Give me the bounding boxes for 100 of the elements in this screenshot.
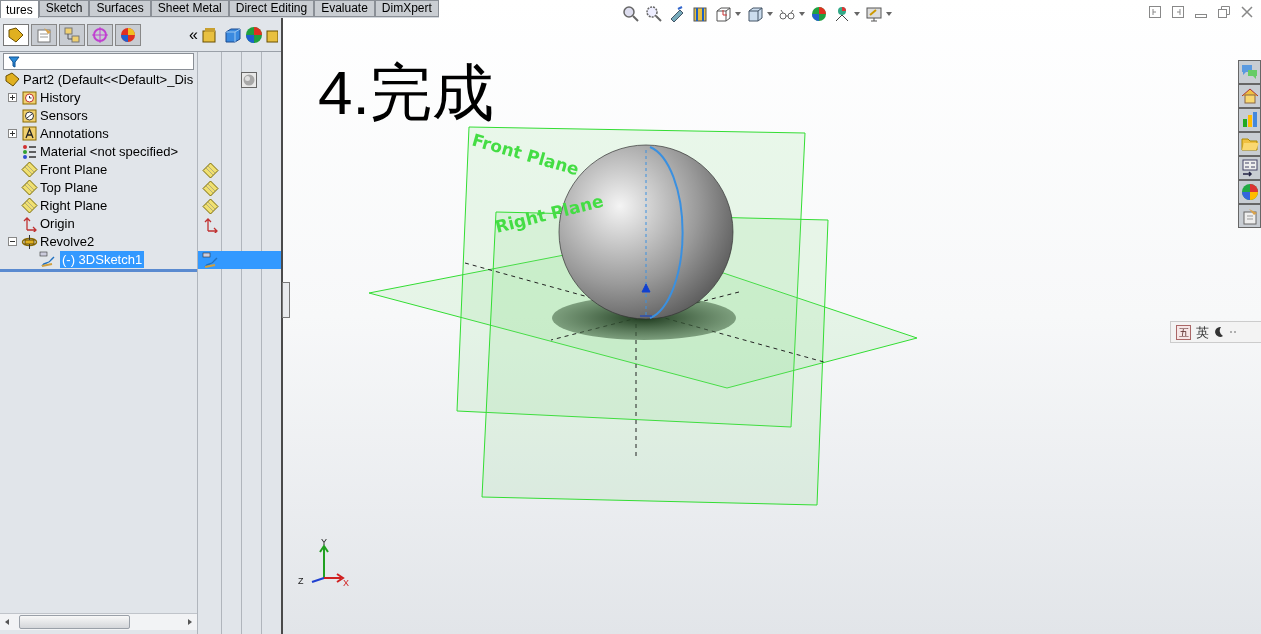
tab-icon — [62, 24, 82, 45]
view-orientation-button[interactable] — [714, 5, 741, 23]
command-tab[interactable]: Sheet Metal — [150, 0, 229, 17]
revolve-icon — [21, 232, 38, 250]
plane-icon — [202, 161, 219, 179]
plane-icon — [202, 179, 219, 197]
caret-icon — [799, 11, 805, 17]
close-button[interactable] — [1241, 6, 1253, 18]
collapse-button[interactable]: « — [189, 26, 198, 43]
caret-icon — [854, 11, 860, 17]
tree-item[interactable]: Front Plane — [40, 160, 108, 178]
scene-icon — [833, 5, 851, 23]
view-settings-icon — [865, 5, 883, 23]
horizontal-scrollbar[interactable] — [0, 613, 197, 630]
sketch-icon — [202, 251, 219, 269]
tile-left-icon — [1149, 6, 1161, 18]
tree-item[interactable]: Revolve2 — [40, 232, 95, 250]
tile-left-button[interactable] — [1149, 6, 1161, 18]
tab-icon — [6, 24, 26, 45]
home-icon — [1239, 86, 1260, 106]
moon-icon[interactable] — [1214, 326, 1224, 338]
tree-item[interactable]: History — [40, 88, 81, 106]
plane-label: Right Plane — [493, 190, 606, 237]
language-indicator[interactable]: 英 — [1196, 324, 1209, 340]
scroll-thumb[interactable] — [19, 615, 130, 629]
expander-toggle[interactable] — [8, 236, 17, 246]
expander-toggle[interactable] — [8, 92, 17, 102]
plane-icon — [21, 196, 38, 214]
filter-field[interactable] — [3, 53, 194, 70]
command-tab[interactable]: DimXpert — [374, 0, 439, 17]
caret-icon — [735, 11, 741, 17]
clipboard-button[interactable] — [1238, 204, 1261, 228]
display-manager-tab[interactable] — [115, 23, 141, 46]
zoom-area-icon — [645, 5, 663, 23]
axis-label: X — [343, 578, 349, 588]
layout-arrow-button[interactable] — [1238, 156, 1261, 180]
tree-item[interactable]: Part2 (Default<<Default>_Dis — [23, 70, 194, 88]
color-wheel-icon[interactable] — [244, 24, 264, 45]
feature-manager-tab[interactable] — [3, 23, 29, 46]
appearance-icon — [810, 5, 828, 23]
appearance-swatch-icon[interactable] — [241, 72, 257, 88]
material-list-icon — [21, 142, 38, 160]
plus-icon — [9, 93, 16, 101]
tree-item[interactable]: Sensors — [40, 106, 88, 124]
tree-item[interactable]: Material <not specified> — [40, 142, 179, 160]
command-tab[interactable]: Sketch — [38, 0, 90, 17]
tree-item[interactable]: Origin — [40, 214, 75, 232]
plane-label: Front Plane — [469, 129, 582, 180]
input-mode-indicator[interactable]: 五 — [1176, 324, 1191, 340]
caret-icon — [886, 11, 892, 17]
zoom-area-button[interactable] — [645, 5, 663, 23]
clock-folder-icon — [21, 88, 38, 106]
caret-icon — [767, 11, 773, 17]
close-icon — [1241, 6, 1253, 18]
sketch-icon — [39, 250, 56, 268]
plus-icon — [9, 129, 16, 137]
scene-button[interactable] — [833, 5, 860, 23]
home-button[interactable] — [1238, 84, 1261, 108]
section-view-button[interactable] — [691, 5, 709, 23]
plane-icon — [202, 197, 219, 215]
display-style-button[interactable] — [746, 5, 773, 23]
plane-icon — [21, 160, 38, 178]
tree-item[interactable]: Top Plane — [40, 178, 98, 196]
gauge-folder-icon — [21, 106, 38, 124]
axis-label: Y — [321, 537, 327, 547]
ime-toolbar[interactable]: 五 英 — [1170, 321, 1261, 343]
layout-arrow-icon — [1239, 158, 1260, 178]
panel-splitter-handle[interactable] — [282, 282, 290, 318]
section-view-icon — [691, 5, 709, 23]
view-settings-button[interactable] — [865, 5, 892, 23]
folder-button[interactable] — [1238, 132, 1261, 156]
step-caption: 4.完成 — [318, 58, 494, 128]
appearance-button[interactable] — [810, 5, 828, 23]
minimize-icon — [1195, 14, 1207, 18]
command-tab[interactable]: Evaluate — [314, 0, 375, 17]
chat-bubbles-button[interactable] — [1238, 60, 1261, 84]
dimxpert-manager-tab[interactable] — [87, 23, 113, 46]
tab-icon — [90, 24, 110, 45]
bar-chart-button[interactable] — [1238, 108, 1261, 132]
command-tab[interactable]: tures — [0, 0, 39, 18]
axis-triad-drawing — [311, 544, 345, 583]
dots-icon[interactable] — [1229, 328, 1237, 336]
zoom-to-fit-button[interactable] — [622, 5, 640, 23]
restore-button[interactable] — [1218, 6, 1230, 18]
axis-label: Z — [298, 576, 304, 586]
configuration-manager-tab[interactable] — [59, 23, 85, 46]
tile-right-button[interactable] — [1172, 6, 1184, 18]
letter-a-folder-icon — [21, 124, 38, 142]
color-wheel-icon — [1239, 182, 1260, 202]
tree-item[interactable]: Right Plane — [40, 196, 108, 214]
color-wheel-button[interactable] — [1238, 180, 1261, 204]
part-icon — [4, 70, 21, 88]
display-style-icon — [746, 5, 764, 23]
plane-icon — [21, 178, 38, 196]
command-tab[interactable]: Direct Editing — [228, 0, 315, 17]
tree-item[interactable]: Annotations — [40, 124, 109, 142]
expander-toggle[interactable] — [8, 128, 17, 138]
command-tab[interactable]: Surfaces — [89, 0, 151, 17]
property-manager-tab[interactable] — [31, 23, 57, 46]
view-orientation-icon — [714, 5, 732, 23]
